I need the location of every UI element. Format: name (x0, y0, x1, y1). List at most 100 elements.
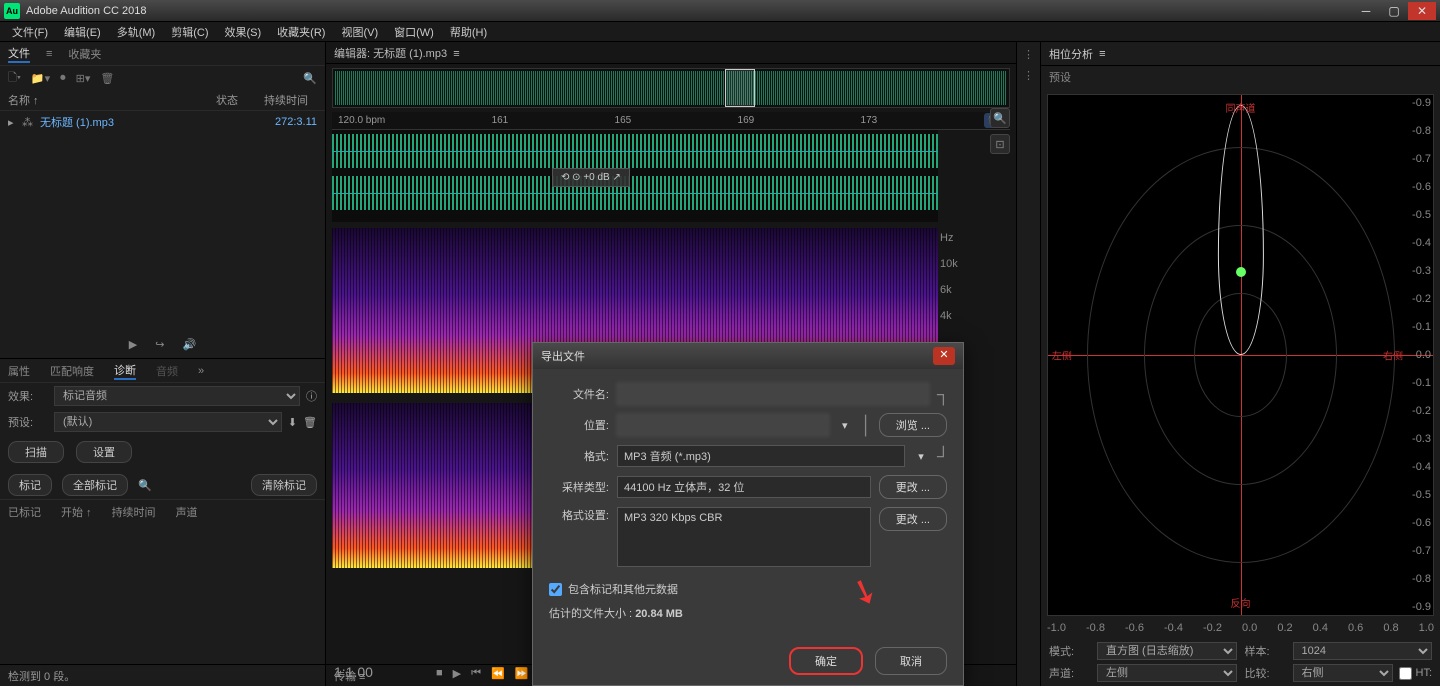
tab-audio[interactable]: 音频 (156, 363, 178, 379)
mark-button[interactable]: 标记 (8, 474, 52, 496)
menu-window[interactable]: 窗口(W) (386, 22, 442, 42)
col-channel[interactable]: 声道 (176, 504, 198, 520)
save-preset-icon[interactable]: ⬇ (288, 416, 297, 429)
tab-loudness[interactable]: 匹配响度 (50, 363, 94, 379)
menu-multitrack[interactable]: 多轨(M) (109, 22, 164, 42)
col-mdur[interactable]: 持续时间 (112, 504, 156, 520)
view-tool-icon[interactable]: ⊡ (990, 134, 1010, 154)
preset-select[interactable]: (默认) (54, 412, 282, 432)
col-status[interactable]: 状态 (168, 92, 238, 108)
play-icon[interactable]: ▶ (129, 338, 137, 351)
overview-waveform[interactable] (332, 68, 1010, 108)
phase-v-scale: -0.9-0.8-0.7-0.6-0.5-0.4-0.3-0.2-0.10.0-… (1403, 95, 1431, 615)
left-panel: 文件 ≡ 收藏夹 🗋▾ 📁▾ ⏺ ⊞▾ 🗑 🔍 名称 ↑ 状态 持续时间 ▸ ⁂… (0, 42, 326, 686)
browse-button[interactable]: 浏览 ... (879, 413, 947, 437)
file-list: ▸ ⁂ 无标题 (1).mp3 272:3.11 (0, 111, 325, 330)
format-select[interactable]: MP3 音频 (*.mp3) (617, 445, 905, 467)
channel-select[interactable]: 左侧 (1097, 664, 1237, 682)
zoom-tool-icon[interactable]: 🔍 (990, 108, 1010, 128)
cancel-button[interactable]: 取消 (875, 647, 947, 675)
format-label: 格式: (549, 448, 609, 464)
tab-favorites[interactable]: 收藏夹 (68, 46, 101, 62)
change-format-button[interactable]: 更改 ... (879, 507, 947, 531)
sample-type-display: 44100 Hz 立体声，32 位 (617, 476, 871, 498)
multitrack-icon[interactable]: ⊞▾ (76, 72, 91, 85)
waveform-display[interactable]: ⟲ ⊙ +0 dB ↗ dB-∞ dB-∞ L R (332, 130, 938, 222)
files-toolbar: 🗋▾ 📁▾ ⏺ ⊞▾ 🗑 🔍 (0, 66, 325, 90)
tab-properties[interactable]: 属性 (8, 363, 30, 379)
change-sample-button[interactable]: 更改 ... (879, 475, 947, 499)
menu-clip[interactable]: 剪辑(C) (163, 22, 216, 42)
files-tab-menu-icon[interactable]: ≡ (46, 48, 52, 60)
col-start[interactable]: 开始 ↑ (61, 504, 92, 520)
strip-icon-2[interactable]: ⋮ (1023, 69, 1034, 82)
search-icon[interactable]: 🔍 (303, 72, 317, 85)
format-settings-display: MP3 320 Kbps CBR (617, 507, 871, 567)
play-icon[interactable]: ▶ (453, 667, 461, 680)
phase-scope[interactable]: 同声道 反向 左侧 右侧 -0.9-0.8-0.7-0.6-0.5-0.4-0.… (1047, 94, 1434, 616)
menu-effects[interactable]: 效果(S) (217, 22, 270, 42)
settings-button[interactable]: 设置 (76, 441, 132, 463)
skip-back-icon[interactable]: ⏮ (471, 667, 481, 680)
tab-diagnostics[interactable]: 诊断 (114, 362, 136, 380)
delete-icon[interactable]: 🗑 (100, 72, 114, 85)
search-markers-icon[interactable]: 🔍 (138, 479, 152, 492)
include-metadata-label: 包含标记和其他元数据 (568, 581, 678, 597)
dialog-title: 导出文件 (541, 348, 585, 364)
tab-overflow[interactable]: » (198, 365, 204, 377)
timecode-display[interactable]: 1:1.00 (334, 664, 373, 680)
format-dropdown-icon[interactable]: ▾ (913, 450, 929, 463)
location-input[interactable] (617, 414, 829, 436)
ok-button[interactable]: 确定 (789, 647, 863, 675)
phase-title: 相位分析 (1049, 46, 1093, 62)
phase-preset-label[interactable]: 预设 (1041, 66, 1440, 88)
filename-input[interactable] (617, 383, 929, 405)
menu-file[interactable]: 文件(F) (4, 22, 56, 42)
file-row[interactable]: ▸ ⁂ 无标题 (1).mp3 272:3.11 (0, 111, 325, 133)
menu-help[interactable]: 帮助(H) (442, 22, 495, 42)
col-duration[interactable]: 持续时间 (238, 92, 308, 108)
dialog-titlebar[interactable]: 导出文件 ✕ (533, 343, 963, 369)
record-icon[interactable]: ⏺ (60, 72, 66, 85)
rewind-icon[interactable]: ⏪ (491, 667, 505, 680)
dialog-close-icon[interactable]: ✕ (933, 347, 955, 365)
ht-label: HT: (1416, 667, 1433, 679)
compare-select[interactable]: 右侧 (1293, 664, 1393, 682)
mark-all-button[interactable]: 全部标记 (62, 474, 128, 496)
strip-icon-1[interactable]: ⋮ (1023, 48, 1034, 61)
editor-tab[interactable]: 编辑器: 无标题 (1).mp3 ≡ (326, 42, 1016, 64)
volume-icon[interactable]: 🔊 (182, 338, 196, 351)
menu-favorites[interactable]: 收藏夹(R) (269, 22, 333, 42)
sample-select[interactable]: 1024 (1293, 642, 1433, 660)
stop-icon[interactable]: ■ (436, 667, 443, 680)
open-file-icon[interactable]: 📁▾ (31, 72, 50, 85)
menu-bar: 文件(F) 编辑(E) 多轨(M) 剪辑(C) 效果(S) 收藏夹(R) 视图(… (0, 22, 1440, 42)
delete-preset-icon[interactable]: 🗑 (303, 416, 317, 429)
forward-icon[interactable]: ⏩ (515, 667, 529, 680)
menu-edit[interactable]: 编辑(E) (56, 22, 109, 42)
gain-hud[interactable]: ⟲ ⊙ +0 dB ↗ (552, 168, 630, 187)
files-panel-tabs: 文件 ≡ 收藏夹 (0, 42, 325, 66)
menu-view[interactable]: 视图(V) (333, 22, 386, 42)
info-icon[interactable]: ⓘ (306, 388, 317, 404)
timeline-ruler[interactable]: 120.0 bpm 161 165 169 173 🎧 (332, 112, 1010, 130)
maximize-button[interactable]: ▢ (1380, 2, 1408, 20)
col-marked[interactable]: 已标记 (8, 504, 41, 520)
tab-files[interactable]: 文件 (8, 45, 30, 63)
phase-top-label: 同声道 (1226, 100, 1256, 115)
location-dropdown-icon[interactable]: ▾ (837, 419, 853, 432)
col-name[interactable]: 名称 ↑ (8, 92, 168, 108)
close-button[interactable]: ✕ (1408, 2, 1436, 20)
mode-select[interactable]: 直方图 (日志缩放) (1097, 642, 1237, 660)
expand-icon[interactable]: ▸ (8, 116, 22, 129)
ht-checkbox[interactable] (1399, 667, 1412, 680)
new-file-icon[interactable]: 🗋▾ (8, 69, 21, 88)
minimize-button[interactable]: ─ (1352, 2, 1380, 20)
waveform-icon: ⁂ (22, 116, 40, 129)
clear-marks-button[interactable]: 清除标记 (251, 474, 317, 496)
overview-selection[interactable] (725, 69, 755, 107)
effect-select[interactable]: 标记音频 (54, 386, 300, 406)
include-metadata-checkbox[interactable] (549, 583, 562, 596)
loop-icon[interactable]: ↪ (155, 338, 164, 351)
scan-button[interactable]: 扫描 (8, 441, 64, 463)
